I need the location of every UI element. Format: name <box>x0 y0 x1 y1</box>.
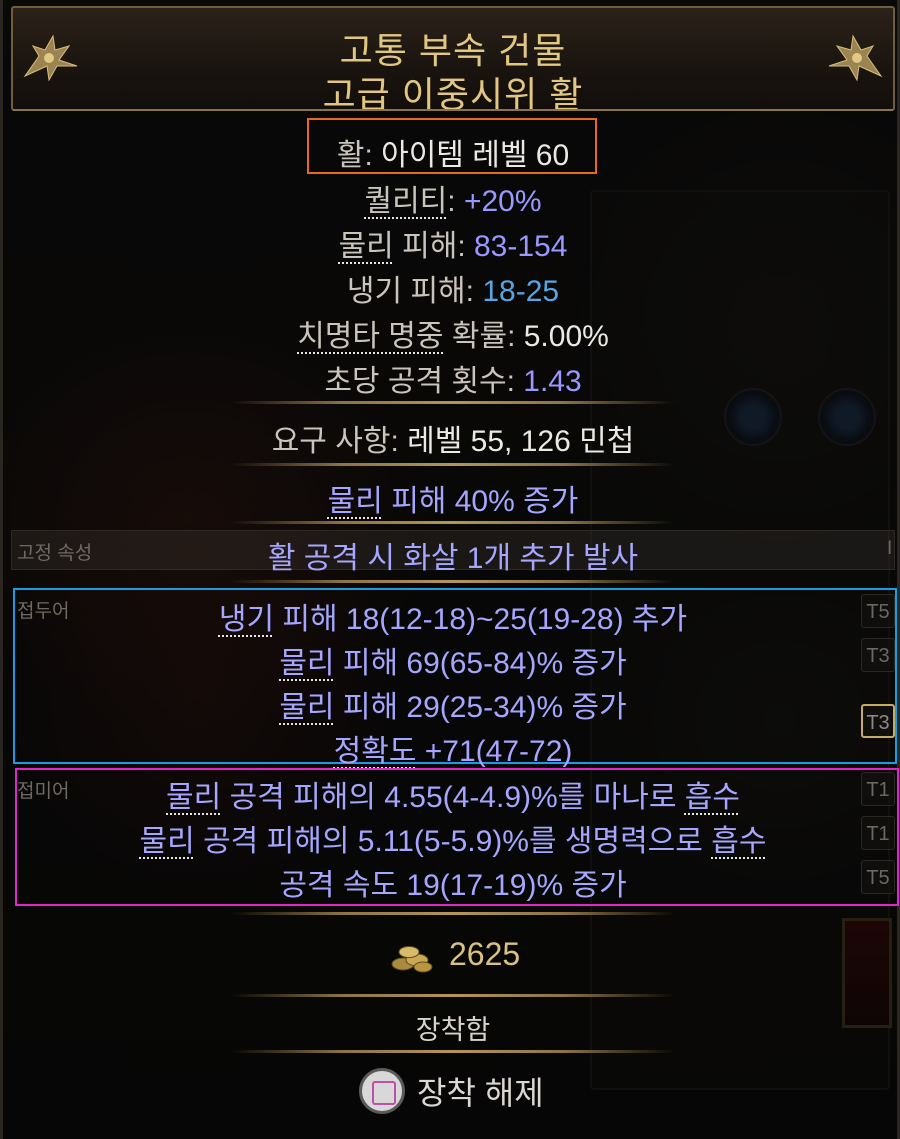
crit-chance-line: 치명타 명중 확률: 5.00% <box>297 320 609 353</box>
item-tooltip: 고통 부속 건물 고급 이중시위 활 활: 아이템 레벨 60 퀄리티: +20… <box>0 0 900 1139</box>
suffix-mod: 공격 속도 19(17-19)% 증가 <box>279 869 627 902</box>
fixed-mod: 활 공격 시 화살 1개 추가 발사 <box>267 542 639 575</box>
prefix-mod: 물리 피해 29(25-34)% 증가 <box>279 691 627 724</box>
square-button-icon[interactable] <box>359 1068 405 1114</box>
item-class-line: 활: 아이템 레벨 60 <box>336 139 570 172</box>
tier-badge[interactable]: T1 <box>861 816 895 850</box>
separator <box>231 580 675 583</box>
price-value: 2625 <box>449 936 521 972</box>
tooltip-header: 고통 부속 건물 고급 이중시위 활 <box>11 6 895 115</box>
separator <box>231 463 675 466</box>
suffix-mod: 물리 공격 피해의 4.55(4-4.9)%를 마나로 흡수 <box>166 781 740 814</box>
tier-badge[interactable]: T1 <box>861 772 895 806</box>
cold-damage-line: 냉기 피해: 18-25 <box>346 275 560 308</box>
prefix-mod: 물리 피해 69(65-84)% 증가 <box>279 647 627 680</box>
prefix-mod: 정확도 +71(47-72) <box>333 735 573 768</box>
implicit-mod: 물리 피해 40% 증가 <box>327 485 579 518</box>
tier-badge[interactable]: T5 <box>861 594 895 628</box>
separator <box>231 1050 675 1053</box>
item-base-type: 고급 이중시위 활 <box>322 74 584 115</box>
unequip-button[interactable]: 장착 해제 <box>417 1068 544 1114</box>
prefix-mod: 냉기 피해 18(12-18)~25(19-28) 추가 <box>218 603 688 636</box>
attack-speed-line: 초당 공격 횟수: 1.43 <box>324 365 582 398</box>
separator <box>231 521 675 524</box>
tier-badge-selected[interactable]: T3 <box>861 704 895 738</box>
quality-line: 퀄리티: +20% <box>364 185 542 218</box>
separator <box>231 994 675 997</box>
equipped-label: 장착함 <box>415 1015 491 1045</box>
tier-badge[interactable]: T5 <box>861 860 895 894</box>
suffix-mod: 물리 공격 피해의 5.11(5-5.9)%를 생명력으로 흡수 <box>139 825 767 858</box>
gold-coins-icon <box>391 946 433 973</box>
requirements-line: 요구 사항: 레벨 55, 126 민첩 <box>271 425 635 458</box>
separator <box>231 401 675 404</box>
separator <box>231 912 675 915</box>
tier-badge[interactable]: T3 <box>861 638 895 672</box>
physical-damage-line: 물리 피해: 83-154 <box>338 230 568 263</box>
